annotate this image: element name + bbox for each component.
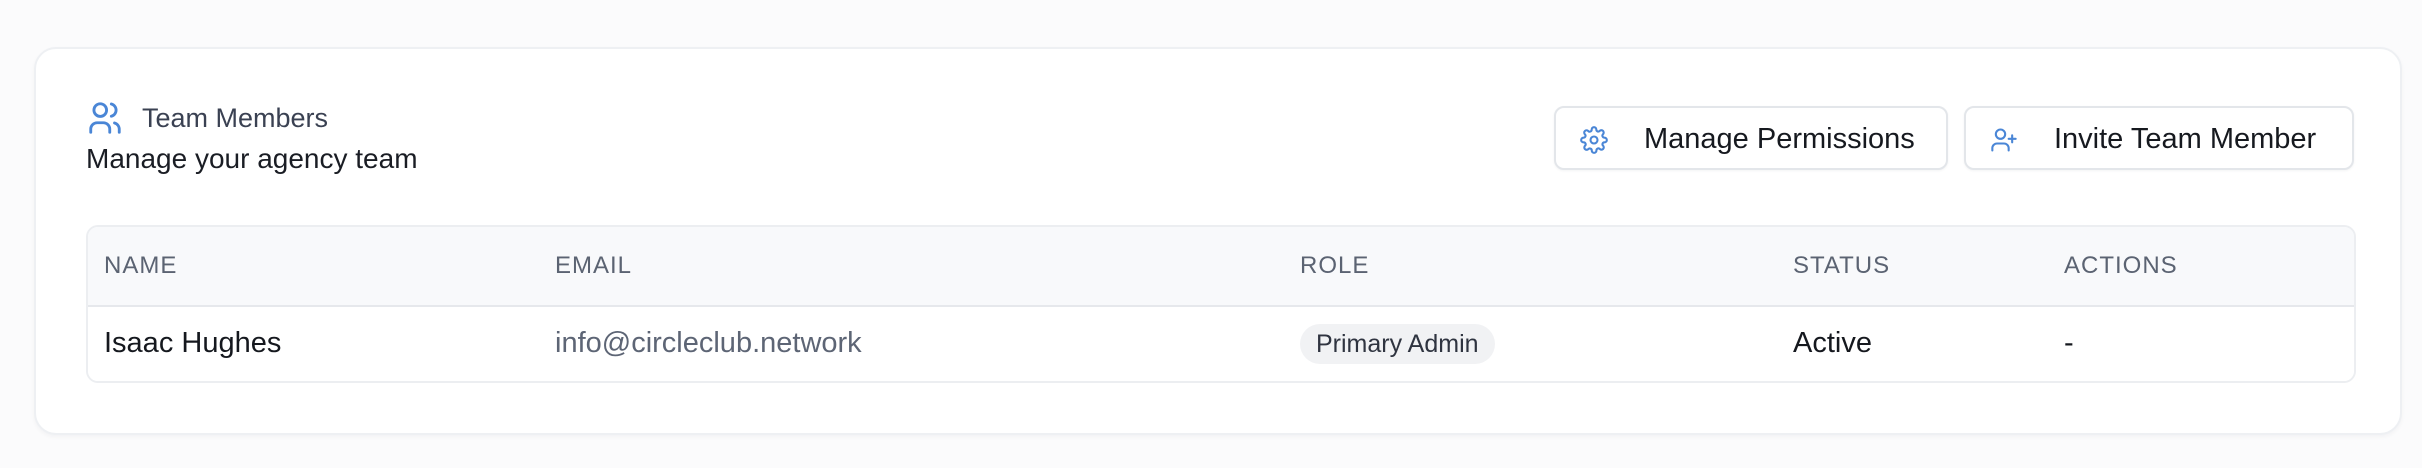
column-header-actions: ACTIONS — [2064, 252, 2178, 279]
section-subtitle: Manage your agency team — [86, 143, 418, 174]
team-members-card: Team Members Manage your agency team Man… — [34, 47, 2402, 435]
users-icon — [89, 102, 121, 134]
gear-icon — [1580, 126, 1608, 154]
column-header-name: NAME — [104, 252, 178, 279]
manage-permissions-label: Manage Permissions — [1644, 123, 1915, 155]
manage-permissions-button[interactable]: Manage Permissions — [1554, 106, 1948, 170]
table-row: Isaac Hughes info@circleclub.network Pri… — [88, 307, 2354, 381]
role-badge: Primary Admin — [1300, 324, 1495, 364]
user-plus-icon — [1991, 128, 2017, 152]
invite-team-member-label: Invite Team Member — [2054, 123, 2317, 155]
column-header-status: STATUS — [1793, 252, 1891, 279]
invite-team-member-button[interactable]: Invite Team Member — [1964, 106, 2354, 170]
member-actions: - — [2064, 327, 2074, 359]
member-name: Isaac Hughes — [104, 327, 282, 359]
member-status: Active — [1793, 327, 1872, 359]
table-header: NAME EMAIL ROLE STATUS ACTIONS — [88, 227, 2354, 307]
column-header-role: ROLE — [1300, 252, 1370, 279]
team-members-table: NAME EMAIL ROLE STATUS ACTIONS Isaac Hug… — [86, 225, 2356, 383]
section-title: Team Members — [142, 103, 329, 133]
column-header-email: EMAIL — [555, 252, 633, 279]
member-email: info@circleclub.network — [555, 327, 862, 359]
